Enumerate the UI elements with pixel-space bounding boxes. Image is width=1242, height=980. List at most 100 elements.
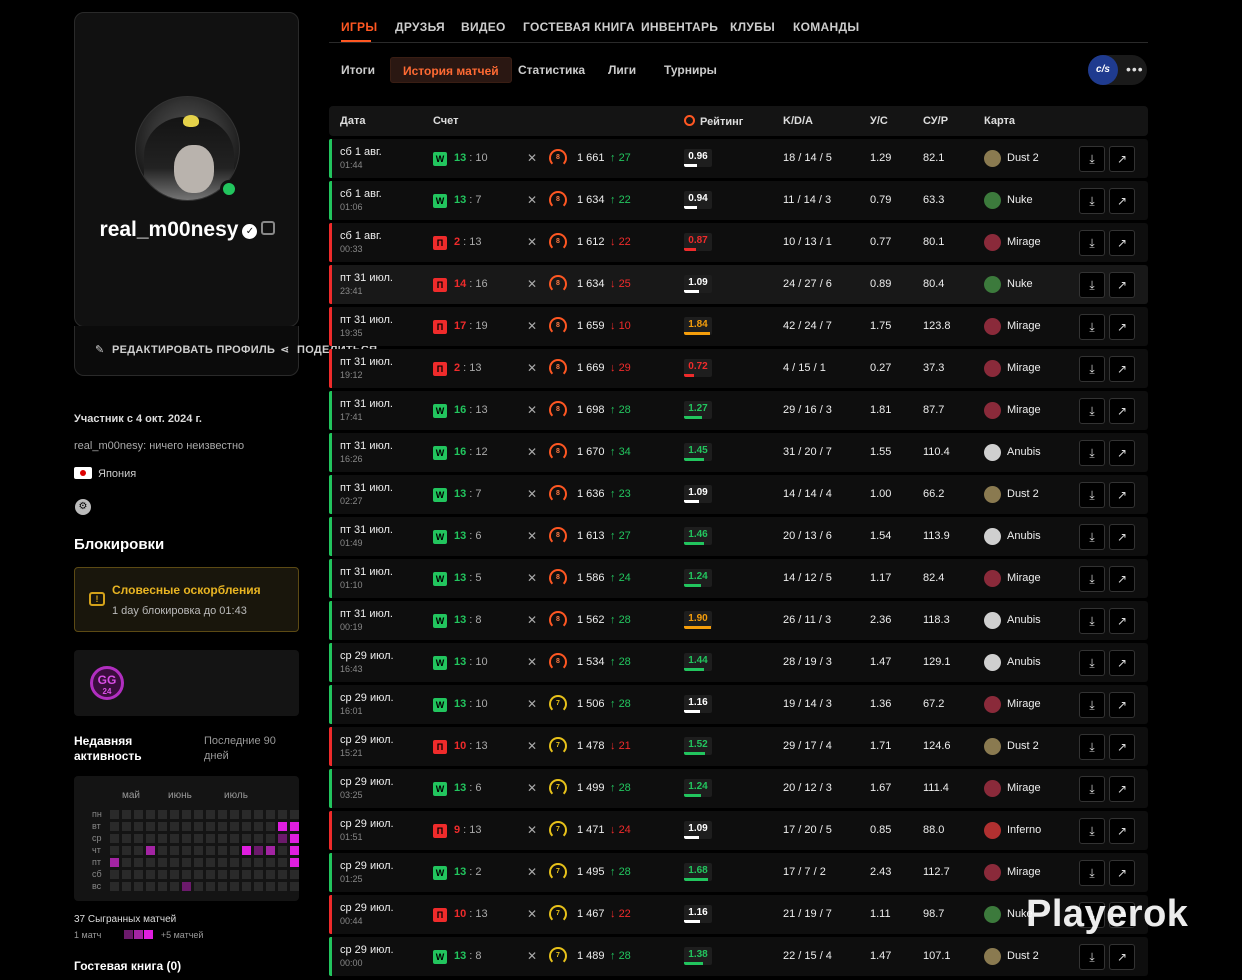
open-match-button[interactable]: ↗ [1109,356,1135,382]
heatmap-cell[interactable] [206,834,215,843]
download-demo-button[interactable]: ⤓ [1079,692,1105,718]
heatmap-cell[interactable] [122,846,131,855]
table-row[interactable]: сб 1 авг. 01:06 W 13 : 7 ✕ 8 1 634 ↑ 22 0.94 11 /… [329,181,1148,220]
heatmap-cell[interactable] [182,858,191,867]
heatmap-cell[interactable] [170,870,179,879]
heatmap-cell[interactable] [146,858,155,867]
heatmap-cell[interactable] [254,870,263,879]
open-match-button[interactable]: ↗ [1109,188,1135,214]
heatmap-cell[interactable] [242,810,251,819]
tab-videos[interactable]: ВИДЕО [461,20,506,34]
heatmap-cell[interactable] [278,822,287,831]
heatmap-cell[interactable] [266,870,275,879]
header-map[interactable]: Карта [984,115,1015,127]
heatmap-cell[interactable] [266,882,275,891]
heatmap-cell[interactable] [182,822,191,831]
heatmap-cell[interactable] [110,858,119,867]
heatmap-cell[interactable] [230,846,239,855]
heatmap-cell[interactable] [194,858,203,867]
heatmap-cell[interactable] [290,810,299,819]
header-ks[interactable]: У/С [870,115,888,127]
heatmap-cell[interactable] [122,858,131,867]
header-kda[interactable]: K/D/A [783,115,813,127]
open-match-button[interactable]: ↗ [1109,608,1135,634]
heatmap-cell[interactable] [242,858,251,867]
heatmap-cell[interactable] [146,810,155,819]
download-demo-button[interactable]: ⤓ [1079,818,1105,844]
open-match-button[interactable]: ↗ [1109,692,1135,718]
heatmap-cell[interactable] [158,846,167,855]
header-rating[interactable]: Рейтинг [684,115,743,128]
heatmap-cell[interactable] [230,810,239,819]
heatmap-cell[interactable] [134,822,143,831]
heatmap-cell[interactable] [218,870,227,879]
heatmap-cell[interactable] [290,822,299,831]
download-demo-button[interactable]: ⤓ [1079,944,1105,970]
heatmap-cell[interactable] [194,810,203,819]
heatmap-cell[interactable] [170,810,179,819]
download-demo-button[interactable]: ⤓ [1079,734,1105,760]
open-match-button[interactable]: ↗ [1109,146,1135,172]
heatmap-cell[interactable] [146,834,155,843]
heatmap-cell[interactable] [242,834,251,843]
download-demo-button[interactable]: ⤓ [1079,230,1105,256]
heatmap-cell[interactable] [266,810,275,819]
heatmap-cell[interactable] [206,810,215,819]
heatmap-cell[interactable] [206,846,215,855]
table-row[interactable]: пт 31 июл. 19:35 П 17 : 19 ✕ 8 1 659 ↓ 10 1.84 42… [329,307,1148,346]
table-row[interactable]: ср 29 июл. 16:43 W 13 : 10 ✕ 8 1 534 ↑ 28 1.44 28… [329,643,1148,682]
heatmap-cell[interactable] [110,846,119,855]
table-row[interactable]: пт 31 июл. 02:27 W 13 : 7 ✕ 8 1 636 ↑ 23 1.09 14 … [329,475,1148,514]
download-demo-button[interactable]: ⤓ [1079,650,1105,676]
steam-icon[interactable]: ⚙ [75,499,91,515]
heatmap-cell[interactable] [158,822,167,831]
heatmap-cell[interactable] [182,834,191,843]
edit-profile-button[interactable]: ✎ РЕДАКТИРОВАТЬ ПРОФИЛЬ [95,343,275,356]
heatmap-cell[interactable] [182,810,191,819]
download-demo-button[interactable]: ⤓ [1079,440,1105,466]
heatmap-cell[interactable] [278,870,287,879]
heatmap-cell[interactable] [122,870,131,879]
heatmap-cell[interactable] [290,870,299,879]
table-row[interactable]: ср 29 июл. 16:01 W 13 : 10 ✕ 7 1 506 ↑ 28 1.16 19… [329,685,1148,724]
tab-games[interactable]: ИГРЫ [341,20,377,34]
heatmap-cell[interactable] [278,858,287,867]
download-demo-button[interactable]: ⤓ [1079,146,1105,172]
download-demo-button[interactable]: ⤓ [1079,860,1105,886]
table-row[interactable]: ср 29 июл. 01:25 W 13 : 2 ✕ 7 1 495 ↑ 28 1.68 17 … [329,853,1148,892]
heatmap-cell[interactable] [278,834,287,843]
heatmap-cell[interactable] [230,834,239,843]
heatmap-cell[interactable] [182,846,191,855]
tab-guestbook[interactable]: ГОСТЕВАЯ КНИГА [523,20,635,34]
download-demo-button[interactable]: ⤓ [1079,776,1105,802]
heatmap-cell[interactable] [194,822,203,831]
subtab-summary[interactable]: Итоги [329,57,387,83]
download-demo-button[interactable]: ⤓ [1079,482,1105,508]
heatmap-cell[interactable] [254,822,263,831]
subtab-leagues[interactable]: Лиги [596,57,648,83]
open-match-button[interactable]: ↗ [1109,944,1135,970]
heatmap-cell[interactable] [290,834,299,843]
table-row[interactable]: ср 29 июл. 00:00 W 13 : 8 ✕ 7 1 489 ↑ 28 1.38 22 … [329,937,1148,976]
more-options-icon[interactable]: ••• [1126,61,1144,77]
heatmap-cell[interactable] [122,822,131,831]
open-match-button[interactable]: ↗ [1109,272,1135,298]
heatmap-cell[interactable] [158,882,167,891]
open-match-button[interactable]: ↗ [1109,398,1135,424]
heatmap-cell[interactable] [242,882,251,891]
table-row[interactable]: пт 31 июл. 19:12 П 2 : 13 ✕ 8 1 669 ↓ 29 0.72 4 /… [329,349,1148,388]
heatmap-cell[interactable] [206,822,215,831]
heatmap-cell[interactable] [266,822,275,831]
heatmap-cell[interactable] [110,882,119,891]
heatmap-cell[interactable] [218,846,227,855]
header-score[interactable]: Счет [433,115,459,127]
download-demo-button[interactable]: ⤓ [1079,314,1105,340]
heatmap-cell[interactable] [206,870,215,879]
open-match-button[interactable]: ↗ [1109,314,1135,340]
heatmap-cell[interactable] [134,846,143,855]
open-match-button[interactable]: ↗ [1109,482,1135,508]
heatmap-cell[interactable] [194,846,203,855]
heatmap-cell[interactable] [242,822,251,831]
table-row[interactable]: пт 31 июл. 16:26 W 16 : 12 ✕ 8 1 670 ↑ 34 1.45 31… [329,433,1148,472]
header-date[interactable]: Дата [340,115,365,127]
